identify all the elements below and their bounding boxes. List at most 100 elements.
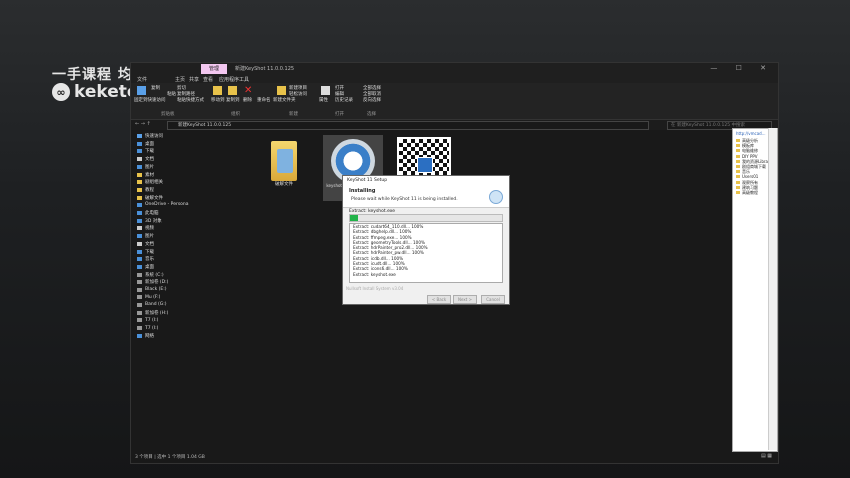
- nav-item[interactable]: 音乐: [137, 256, 154, 262]
- nav-item-label: 下载: [145, 249, 154, 255]
- nav-item-label: 剧组相关: [145, 180, 163, 186]
- ribbon-copy[interactable]: 复制: [151, 85, 160, 91]
- folder-icon: [736, 149, 740, 153]
- ribbon-copy-to[interactable]: 复制到: [226, 97, 240, 103]
- nav-item[interactable]: Mu (F:): [137, 295, 160, 300]
- ribbon-new-folder[interactable]: 新建文件夹: [273, 97, 296, 103]
- group-select: 选择: [367, 112, 376, 117]
- folder-icon: [736, 170, 740, 174]
- nav-item[interactable]: 桌面: [137, 264, 154, 270]
- window-controls[interactable]: — ☐ ✕: [710, 64, 774, 72]
- nav-item-icon: [137, 272, 142, 277]
- install-log[interactable]: Extract: cudart64_110.dll... 100% Extract…: [349, 223, 503, 283]
- nav-item[interactable]: 图片: [137, 164, 154, 170]
- nav-item-label: T7 (I:): [145, 317, 159, 323]
- tab-app-tools[interactable]: 应用程序工具: [219, 76, 249, 83]
- new-folder-icon[interactable]: [277, 86, 286, 95]
- nav-item-label: 3D 对象: [145, 218, 162, 224]
- title-bar: 管理 新建KeyShot 11.0.0.125 — ☐ ✕: [131, 63, 778, 75]
- nav-item[interactable]: T7 (I:): [137, 318, 158, 323]
- nav-item[interactable]: 网络: [137, 333, 154, 339]
- nav-item[interactable]: 快速访问: [137, 133, 163, 139]
- side-panel-scrollbar[interactable]: [768, 128, 777, 450]
- nav-item-label: 破解文件: [145, 195, 163, 201]
- ribbon-invert-selection[interactable]: 反向选择: [363, 97, 381, 103]
- panel-item[interactable]: 高级教程: [736, 190, 758, 196]
- ribbon-pin[interactable]: 固定到快速访问: [134, 97, 166, 103]
- window-title: 新建KeyShot 11.0.0.125: [235, 66, 295, 72]
- watermark-logo-icon: ∞: [52, 83, 70, 101]
- dialog-heading: Installing: [349, 188, 376, 194]
- nav-item[interactable]: 图片: [137, 233, 154, 239]
- nav-item[interactable]: 新加卷 (D:): [137, 279, 168, 285]
- tab-manage[interactable]: 管理: [201, 64, 227, 74]
- ribbon-paste[interactable]: 粘贴: [167, 91, 176, 97]
- view-toggle-icon[interactable]: ▤ ▦: [761, 453, 772, 459]
- nav-item[interactable]: 下载: [137, 148, 154, 154]
- file-item[interactable]: 破解文件: [255, 135, 313, 197]
- nav-item-label: 音乐: [145, 257, 154, 263]
- nav-item-label: 文档: [145, 241, 154, 247]
- progress-fill: [350, 215, 358, 221]
- folder-icon: [736, 144, 740, 148]
- tab-file[interactable]: 文件: [137, 76, 147, 83]
- address-bar[interactable]: 新建KeyShot 11.0.0.125: [167, 121, 649, 130]
- move-to-icon[interactable]: [213, 86, 222, 95]
- nav-item-label: 快速访问: [145, 134, 163, 139]
- nav-item[interactable]: 视频: [137, 225, 154, 231]
- ribbon-history[interactable]: 历史记录: [335, 97, 353, 103]
- folder-icon: [271, 141, 297, 181]
- nav-item[interactable]: 系统 (C:): [137, 272, 164, 278]
- nav-item-label: 系统 (C:): [145, 272, 164, 278]
- nav-item[interactable]: 教程: [137, 187, 154, 193]
- tab-home[interactable]: 主页: [175, 76, 185, 83]
- tab-share[interactable]: 共享: [189, 76, 199, 83]
- ribbon-paste-shortcut[interactable]: 粘贴快捷方式: [177, 97, 204, 103]
- nav-item-icon: [137, 211, 142, 215]
- nav-item[interactable]: 此电脑: [137, 210, 159, 216]
- nav-item[interactable]: 新加卷 (H:): [137, 310, 168, 316]
- properties-icon[interactable]: [321, 86, 330, 95]
- folder-icon: [736, 191, 740, 194]
- back-button[interactable]: < Back: [427, 295, 451, 304]
- cancel-button[interactable]: Cancel: [481, 295, 505, 304]
- delete-icon[interactable]: ✕: [244, 86, 253, 96]
- ribbon-properties[interactable]: 属性: [319, 97, 328, 103]
- nav-item-icon: [137, 311, 142, 316]
- nav-item[interactable]: OneDrive - Persona: [137, 202, 189, 207]
- copy-to-icon[interactable]: [228, 86, 237, 95]
- nav-item[interactable]: Black (E:): [137, 287, 166, 292]
- ribbon-rename[interactable]: 重命名: [257, 97, 271, 103]
- nav-item[interactable]: 3D 对象: [137, 218, 162, 224]
- nav-item[interactable]: 桌面: [137, 141, 154, 147]
- installer-brand: Nullsoft Install System v3.04: [346, 286, 404, 291]
- nav-item[interactable]: 下载: [137, 249, 154, 255]
- file-name: 破解文件: [275, 182, 293, 187]
- nav-item-label: 下载: [145, 149, 154, 155]
- navigation-pane: 快速访问 桌面 下载 文档 图片 素材 剧组相关 教程 破解文件 OneDrive - Perso…: [131, 131, 215, 451]
- nav-item[interactable]: 文档: [137, 156, 154, 162]
- nav-item[interactable]: Band (G:): [137, 302, 167, 307]
- tab-view[interactable]: 查看: [203, 76, 213, 83]
- nav-item[interactable]: T7 (I:): [137, 326, 158, 331]
- ribbon-delete[interactable]: 删除: [243, 97, 252, 103]
- pin-icon[interactable]: [137, 86, 146, 95]
- panel-item-label: 高级教程: [742, 190, 758, 195]
- folder-icon: [736, 180, 740, 184]
- ribbon-easy-access[interactable]: 轻松访问: [289, 91, 307, 97]
- ribbon-move-to[interactable]: 移动到: [211, 97, 225, 103]
- nav-item[interactable]: 破解文件: [137, 195, 163, 201]
- nav-arrows-icon[interactable]: ← → ↑: [135, 121, 151, 127]
- nav-item-label: 图片: [145, 164, 154, 170]
- nav-item-icon: [137, 164, 142, 169]
- nav-item[interactable]: 剧组相关: [137, 179, 163, 185]
- address-path: 新建KeyShot 11.0.0.125: [178, 123, 232, 128]
- next-button[interactable]: Next >: [453, 295, 477, 304]
- nav-item[interactable]: 素材: [137, 172, 154, 178]
- nav-item[interactable]: 文档: [137, 241, 154, 247]
- address-row: ← → ↑ 新建KeyShot 11.0.0.125 在 新建KeyShot 1…: [131, 120, 778, 130]
- group-organize: 组织: [231, 112, 240, 117]
- panel-header[interactable]: http://vmcad...: [736, 131, 766, 136]
- nav-item-label: 图片: [145, 234, 154, 240]
- folder-icon: [736, 185, 740, 189]
